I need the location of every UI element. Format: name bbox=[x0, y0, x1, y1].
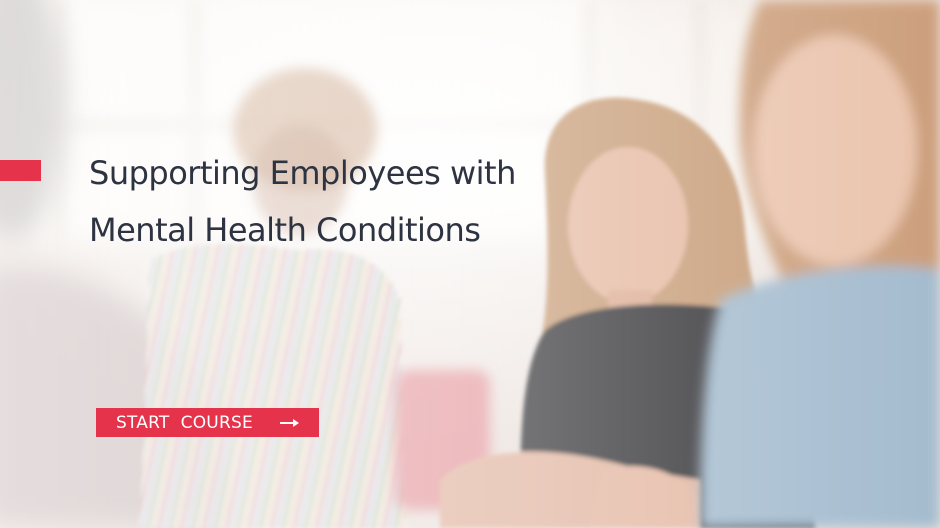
course-title-line-1: Supporting Employees with bbox=[89, 154, 516, 192]
course-title: Supporting Employees with Mental Health … bbox=[89, 145, 609, 259]
arrow-right-icon bbox=[279, 418, 299, 427]
start-course-label: START COURSE bbox=[116, 412, 253, 433]
background-photo bbox=[0, 0, 940, 528]
course-title-slide: Supporting Employees with Mental Health … bbox=[0, 0, 940, 528]
start-course-button[interactable]: START COURSE bbox=[96, 408, 319, 437]
course-title-line-2: Mental Health Conditions bbox=[89, 211, 481, 249]
accent-bar bbox=[0, 160, 41, 181]
